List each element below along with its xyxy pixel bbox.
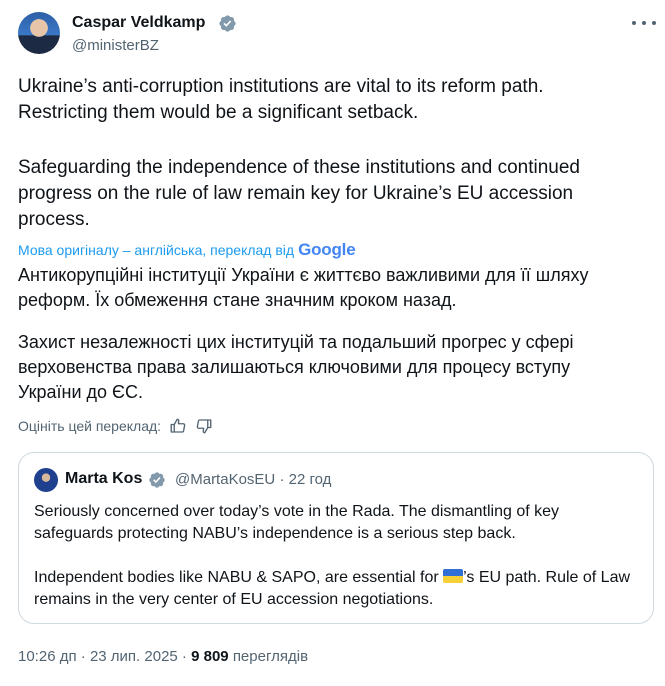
quoted-author-name: Marta Kos <box>65 470 143 487</box>
tweet-footer: 10:26 дп · 23 лип. 2025 · 9 809 перегляд… <box>18 648 309 665</box>
author-avatar[interactable] <box>18 12 60 54</box>
thumbs-down-icon[interactable] <box>195 417 213 435</box>
quoted-author-avatar[interactable] <box>34 468 58 492</box>
tweet-date[interactable]: 23 лип. 2025 <box>90 648 178 665</box>
quoted-handle: @MartaKosEU <box>175 471 276 488</box>
views-label: переглядів <box>232 648 309 665</box>
author-handle[interactable]: @ministerBZ <box>72 37 159 54</box>
rate-translation-label: Оцініть цей переклад: <box>18 418 162 434</box>
more-icon[interactable] <box>632 13 656 33</box>
ukraine-flag-icon <box>443 569 464 583</box>
verified-badge-icon <box>149 472 165 488</box>
google-logo: Google <box>298 240 356 259</box>
author-name[interactable]: Caspar Veldkamp <box>72 14 205 32</box>
quoted-tweet[interactable]: Marta Kos @MartaKosEU · 22 год Seriously… <box>18 452 654 624</box>
views-count: 9 809 <box>191 648 229 665</box>
thumbs-up-icon[interactable] <box>169 417 187 435</box>
tweet-paragraph-2: Safeguarding the independence of these i… <box>18 157 580 230</box>
quoted-age: 22 год <box>288 471 332 488</box>
tweet-paragraph-1: Ukraine’s anti-corruption institutions a… <box>18 76 544 123</box>
translation-note[interactable]: Мова оригіналу – англійська, переклад ві… <box>18 240 356 260</box>
translation-note-text: Мова оригіналу – англійська, переклад ві… <box>18 242 295 258</box>
rate-translation: Оцініть цей переклад: <box>18 417 213 435</box>
quoted-text-2: Independent bodies like NABU & SAPO, are… <box>34 569 631 608</box>
verified-badge-icon <box>219 15 236 32</box>
translated-paragraph-2: Захист незалежності цих інституцій та по… <box>18 332 574 402</box>
tweet-time[interactable]: 10:26 дп <box>18 648 77 665</box>
quoted-meta: @MartaKosEU · 22 год <box>175 471 332 488</box>
translated-paragraph-1: Антикорупційні інституції України є житт… <box>18 265 589 310</box>
quoted-text-1: Seriously concerned over today’s vote in… <box>34 503 560 542</box>
